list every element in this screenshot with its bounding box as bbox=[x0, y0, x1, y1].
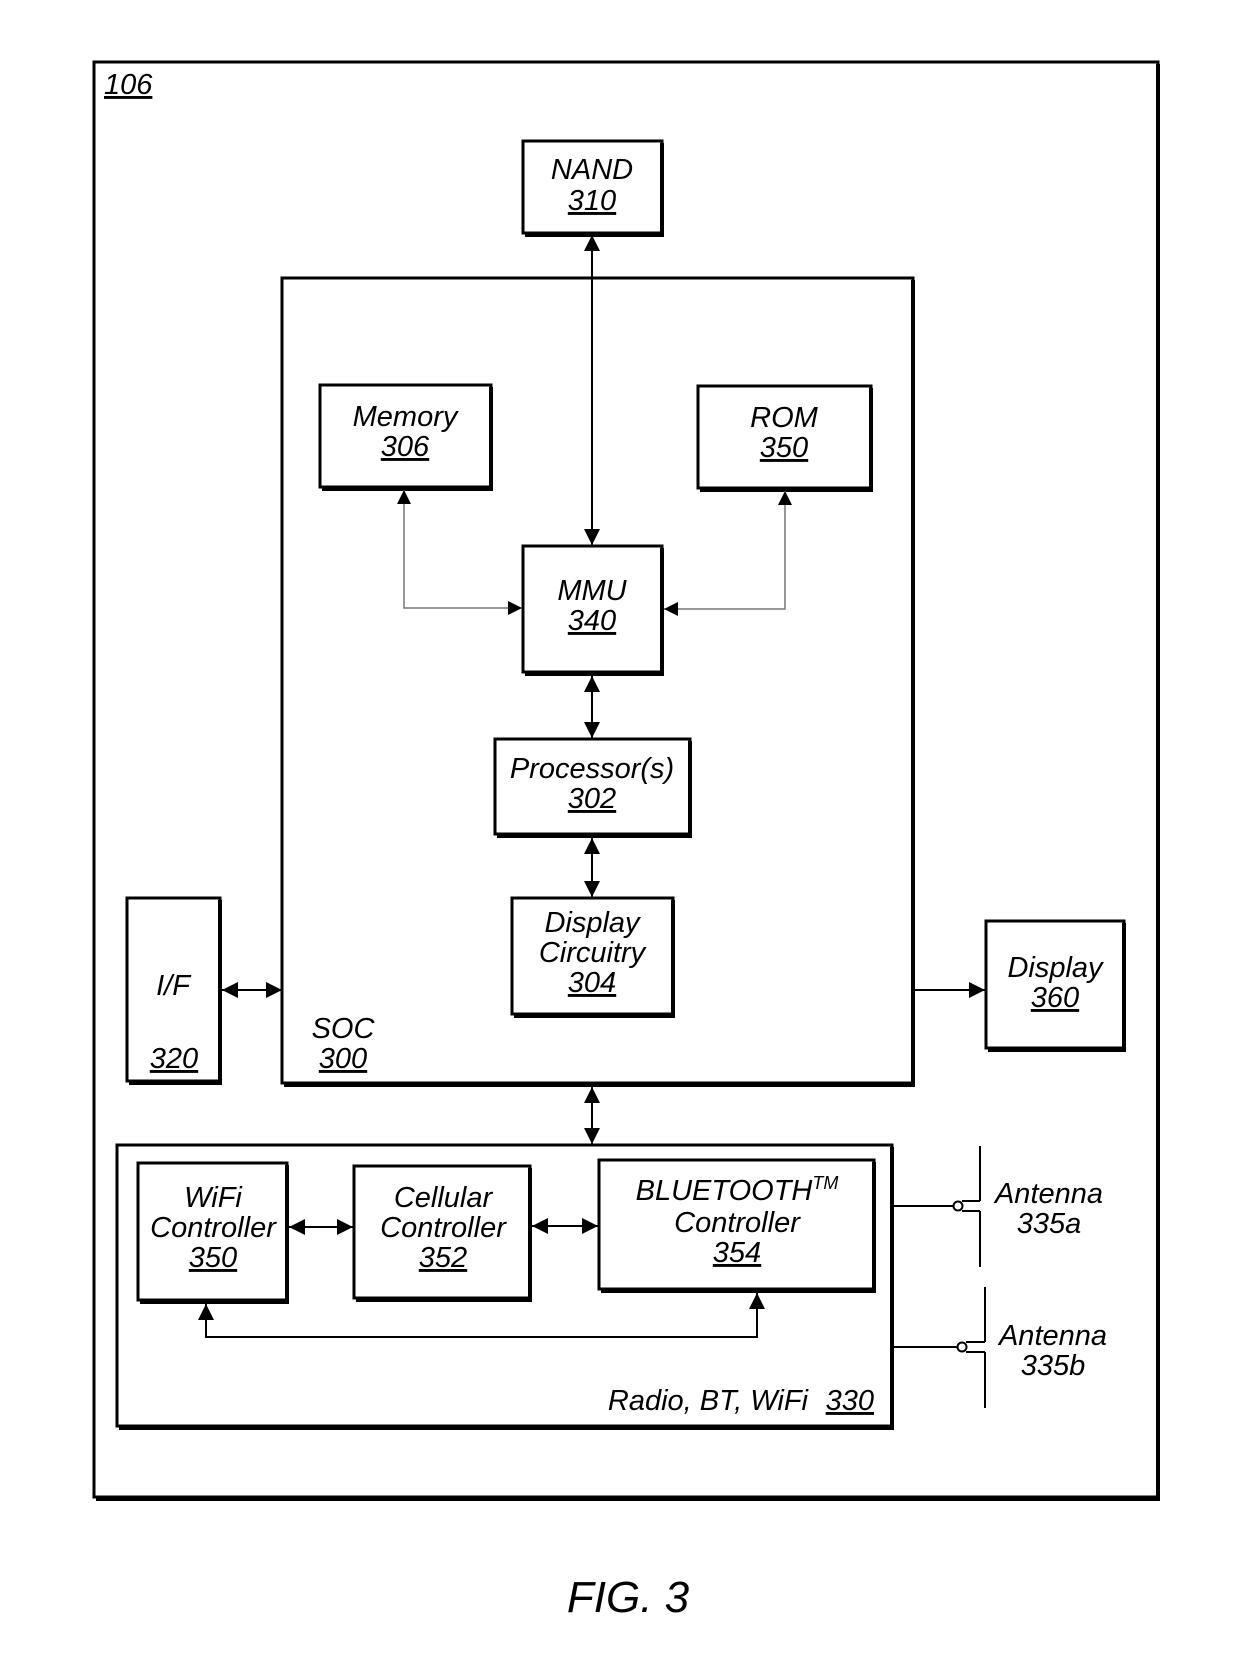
radio-ref: 330 bbox=[826, 1385, 874, 1417]
memory-block: Memory 306 bbox=[318, 383, 493, 491]
bluetooth-label-line2: Controller bbox=[674, 1207, 801, 1239]
memory-label: Memory bbox=[353, 401, 459, 433]
display-circuitry-ref: 304 bbox=[568, 967, 616, 999]
bluetooth-name: BLUETOOTH bbox=[636, 1175, 813, 1207]
device-ref-label: 106 bbox=[104, 69, 153, 101]
memory-ref: 306 bbox=[381, 431, 430, 463]
interface-ref: 320 bbox=[150, 1043, 198, 1075]
antenna-a-label: Antenna bbox=[993, 1178, 1103, 1210]
nand-block: NAND 310 bbox=[521, 139, 664, 237]
trademark-symbol: TM bbox=[812, 1173, 838, 1193]
antenna-a-port-icon bbox=[952, 1200, 964, 1212]
display-block: Display 360 bbox=[984, 919, 1126, 1052]
rom-ref: 350 bbox=[760, 432, 808, 464]
mmu-block: MMU 340 bbox=[521, 544, 664, 676]
wifi-label-line2: Controller bbox=[150, 1212, 277, 1244]
bluetooth-controller-block: BLUETOOTHTM Controller 354 bbox=[597, 1158, 876, 1293]
nand-label: NAND bbox=[551, 154, 633, 186]
bluetooth-ref: 354 bbox=[713, 1237, 761, 1269]
cellular-ref: 352 bbox=[419, 1242, 467, 1274]
antenna-a-ref: 335a bbox=[1017, 1208, 1082, 1240]
antenna-b bbox=[894, 1287, 986, 1408]
radio-label: Radio, BT, WiFi bbox=[608, 1385, 810, 1417]
figure-caption: FIG. 3 bbox=[567, 1573, 690, 1622]
nand-ref: 310 bbox=[568, 185, 616, 217]
block-diagram: 106 NAND 310 SOC 300 Memory 306 ROM 350 bbox=[92, 60, 1160, 1622]
cellular-controller-block: Cellular Controller 352 bbox=[352, 1164, 532, 1302]
cellular-label-line1: Cellular bbox=[394, 1182, 494, 1214]
cellular-label-line2: Controller bbox=[380, 1212, 507, 1244]
soc-ref: 300 bbox=[319, 1043, 367, 1075]
interface-label: I/F bbox=[156, 970, 192, 1002]
rom-block: ROM 350 bbox=[696, 384, 873, 492]
bluetooth-label-line1: BLUETOOTHTM bbox=[636, 1173, 839, 1207]
display-circuitry-label-line1: Display bbox=[544, 907, 641, 939]
interface-block: I/F 320 bbox=[125, 896, 222, 1085]
processor-block: Processor(s) 302 bbox=[493, 737, 692, 838]
antenna-b-ref: 335b bbox=[1021, 1350, 1086, 1382]
soc-label: SOC bbox=[312, 1013, 376, 1045]
display-ref: 360 bbox=[1031, 982, 1079, 1014]
display-circuitry-block: Display Circuitry 304 bbox=[510, 896, 675, 1018]
memory-mmu-connector bbox=[397, 490, 522, 615]
rom-mmu-connector bbox=[664, 491, 792, 616]
wifi-label-line1: WiFi bbox=[184, 1182, 243, 1214]
antenna-b-port-icon bbox=[956, 1341, 968, 1353]
mmu-label: MMU bbox=[557, 575, 627, 607]
mmu-ref: 340 bbox=[568, 605, 616, 637]
antenna-a bbox=[894, 1146, 981, 1267]
rom-label: ROM bbox=[750, 402, 819, 434]
display-circuitry-label-line2: Circuitry bbox=[539, 937, 647, 969]
wifi-ref: 350 bbox=[189, 1242, 237, 1274]
processor-ref: 302 bbox=[568, 783, 616, 815]
processor-label: Processor(s) bbox=[510, 753, 674, 785]
display-label: Display bbox=[1007, 952, 1104, 984]
antenna-b-label: Antenna bbox=[997, 1320, 1107, 1352]
wifi-controller-block: WiFi Controller 350 bbox=[136, 1161, 289, 1304]
